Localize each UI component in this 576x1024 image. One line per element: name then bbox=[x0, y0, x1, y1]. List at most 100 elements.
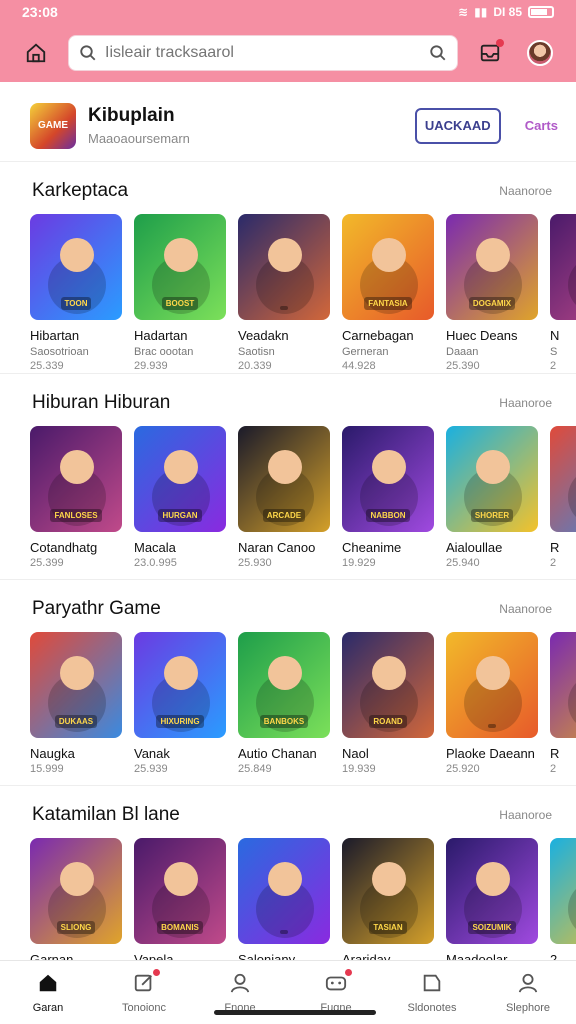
search-input[interactable] bbox=[105, 44, 421, 62]
status-icons: ≋ ▮▮ DI 85 bbox=[458, 5, 554, 19]
game-tile[interactable]: DUKAAS Naugka 15.999 bbox=[30, 632, 122, 775]
primary-action-button[interactable]: UACKAAD bbox=[414, 107, 501, 144]
game-row: FANLOSES Cotandhatg 25.399 HURGAN Macala 2… bbox=[0, 426, 576, 569]
game-tile[interactable]: NABBON Cheanime 19.929 bbox=[342, 426, 434, 569]
status-bar: 23:08 ≋ ▮▮ DI 85 bbox=[0, 0, 576, 24]
game-thumbnail bbox=[550, 838, 576, 944]
game-tile[interactable]: SLIONG Garnan23.39 bbox=[30, 838, 122, 960]
thumbnail-banner bbox=[488, 724, 496, 728]
game-tile[interactable]: Saloniany23.339 bbox=[238, 838, 330, 960]
see-more-link[interactable]: Naanoroe bbox=[499, 184, 552, 198]
game-thumbnail: BOMANIS bbox=[134, 838, 226, 944]
featured-app-card[interactable]: GAME Kibuplain Maaoaoursemarn UACKAAD Ca… bbox=[0, 90, 576, 162]
game-tile[interactable]: SOIZUMIK Maadoolar33.939 bbox=[446, 838, 538, 960]
see-more-link[interactable]: Haanoroe bbox=[499, 808, 552, 822]
game-tile[interactable]: FANTASIA Carnebagan Gerneran 44.928 bbox=[342, 214, 434, 372]
game-tile[interactable]: R2 bbox=[550, 426, 576, 569]
character-art bbox=[372, 450, 406, 484]
game-thumbnail: HURGAN bbox=[134, 426, 226, 532]
game-title: Naugka bbox=[30, 746, 75, 761]
home-icon bbox=[37, 972, 59, 998]
game-icon bbox=[325, 967, 353, 998]
game-thumbnail bbox=[238, 214, 330, 320]
game-tile[interactable]: HIXURING Vanak 25.939 bbox=[134, 632, 226, 775]
game-tile[interactable]: TASIAN Arariday25.939 bbox=[342, 838, 434, 960]
game-count: 23.0.995 bbox=[134, 557, 177, 569]
game-section: Paryathr Game Naanoroe DUKAAS Naugka 15.9… bbox=[0, 580, 576, 786]
thumbnail-banner bbox=[280, 306, 288, 310]
game-title: Veadakn bbox=[238, 328, 289, 343]
game-section: Katamilan Bl lane Haanoroe SLIONG Garnan… bbox=[0, 786, 576, 960]
game-title: Vanak bbox=[134, 746, 170, 761]
game-thumbnail bbox=[550, 632, 576, 738]
game-tile[interactable]: SHORER Aialoullae 25.940 bbox=[446, 426, 538, 569]
game-row: DUKAAS Naugka 15.999 HIXURING Vanak 25.939… bbox=[0, 632, 576, 775]
game-count: 2 bbox=[550, 763, 557, 775]
section-header: Karkeptaca Naanoroe bbox=[0, 172, 576, 210]
game-count: 19.939 bbox=[342, 763, 376, 775]
game-tile[interactable]: Veadakn Saotisn 20.339 bbox=[238, 214, 330, 372]
nav-item-5[interactable]: Sldonotes bbox=[384, 961, 480, 1024]
game-subtitle: Gerneran bbox=[342, 346, 389, 358]
thumbnail-banner: SOIZUMIK bbox=[468, 921, 516, 934]
game-tile[interactable]: DOGAMIX Huec Deans Daaan 25.390 bbox=[446, 214, 538, 372]
search-bar[interactable] bbox=[68, 35, 458, 71]
signal-icon: ▮▮ bbox=[474, 5, 488, 19]
game-tile[interactable]: Plaoke Daeann 25.920 bbox=[446, 632, 538, 775]
game-title: Cheanime bbox=[342, 540, 402, 555]
game-title: Huec Deans bbox=[446, 328, 518, 343]
character-art bbox=[164, 238, 198, 272]
secondary-action-link[interactable]: Carts bbox=[525, 118, 558, 133]
game-tile[interactable]: BOOST Hadartan Brac oootan 29.939 bbox=[134, 214, 226, 372]
game-title: Vapela bbox=[134, 952, 174, 960]
game-thumbnail: SLIONG bbox=[30, 838, 122, 944]
character-art bbox=[60, 238, 94, 272]
game-tile[interactable]: FANLOSES Cotandhatg 25.399 bbox=[30, 426, 122, 569]
game-tile[interactable]: BANBOKS Autio Chanan 25.849 bbox=[238, 632, 330, 775]
nav-item-6[interactable]: Slephore bbox=[480, 961, 576, 1024]
nav-item-2[interactable]: Tonoionc bbox=[96, 961, 192, 1024]
nav-item-1[interactable]: Garan bbox=[0, 961, 96, 1024]
game-tile[interactable]: ARCADE Naran Canoo 25.930 bbox=[238, 426, 330, 569]
see-more-link[interactable]: Naanoroe bbox=[499, 602, 552, 616]
game-tile[interactable]: BOMANIS Vapela23.948 bbox=[134, 838, 226, 960]
thumbnail-banner: DOGAMIX bbox=[468, 297, 516, 310]
game-thumbnail: SHORER bbox=[446, 426, 538, 532]
nav-label: Sldonotes bbox=[407, 1001, 457, 1014]
character-art bbox=[60, 450, 94, 484]
thumbnail-banner: HURGAN bbox=[158, 509, 202, 522]
account-button[interactable] bbox=[522, 35, 558, 71]
notification-dot bbox=[496, 39, 504, 47]
game-thumbnail: NABBON bbox=[342, 426, 434, 532]
game-count: 25.920 bbox=[446, 763, 480, 775]
app-logo: GAME bbox=[30, 102, 76, 149]
game-tile[interactable]: HURGAN Macala 23.0.995 bbox=[134, 426, 226, 569]
game-title: R bbox=[550, 540, 560, 555]
game-title: Hibartan bbox=[30, 328, 80, 343]
game-tile[interactable]: TOON Hibartan Saosotrioan 25.339 bbox=[30, 214, 122, 372]
see-more-link[interactable]: Haanoroe bbox=[499, 396, 552, 410]
game-title: Naol bbox=[342, 746, 369, 761]
home-indicator[interactable] bbox=[214, 1010, 376, 1015]
thumbnail-banner: ROAND bbox=[369, 715, 407, 728]
thumbnail-banner: FANLOSES bbox=[50, 509, 102, 522]
search-submit-icon[interactable] bbox=[429, 44, 447, 62]
game-tile[interactable]: NS 2 bbox=[550, 214, 576, 372]
game-tile[interactable]: 22 bbox=[550, 838, 576, 960]
game-count: 25.849 bbox=[238, 763, 272, 775]
home-button[interactable] bbox=[18, 35, 54, 71]
section-header: Paryathr Game Naanoroe bbox=[0, 590, 576, 628]
game-tile[interactable]: ROAND Naol 19.939 bbox=[342, 632, 434, 775]
game-thumbnail: TASIAN bbox=[342, 838, 434, 944]
game-row: TOON Hibartan Saosotrioan 25.339 BOOST Had… bbox=[0, 214, 576, 372]
game-count: 25.399 bbox=[30, 557, 64, 569]
game-title: Naran Canoo bbox=[238, 540, 316, 555]
game-count: 2 bbox=[550, 360, 557, 372]
game-count: 15.999 bbox=[30, 763, 64, 775]
character-art bbox=[164, 862, 198, 896]
character-art bbox=[268, 656, 302, 690]
game-title: N bbox=[550, 328, 560, 343]
game-tile[interactable]: R2 bbox=[550, 632, 576, 775]
game-subtitle: Saosotrioan bbox=[30, 346, 89, 358]
notifications-button[interactable] bbox=[472, 35, 508, 71]
